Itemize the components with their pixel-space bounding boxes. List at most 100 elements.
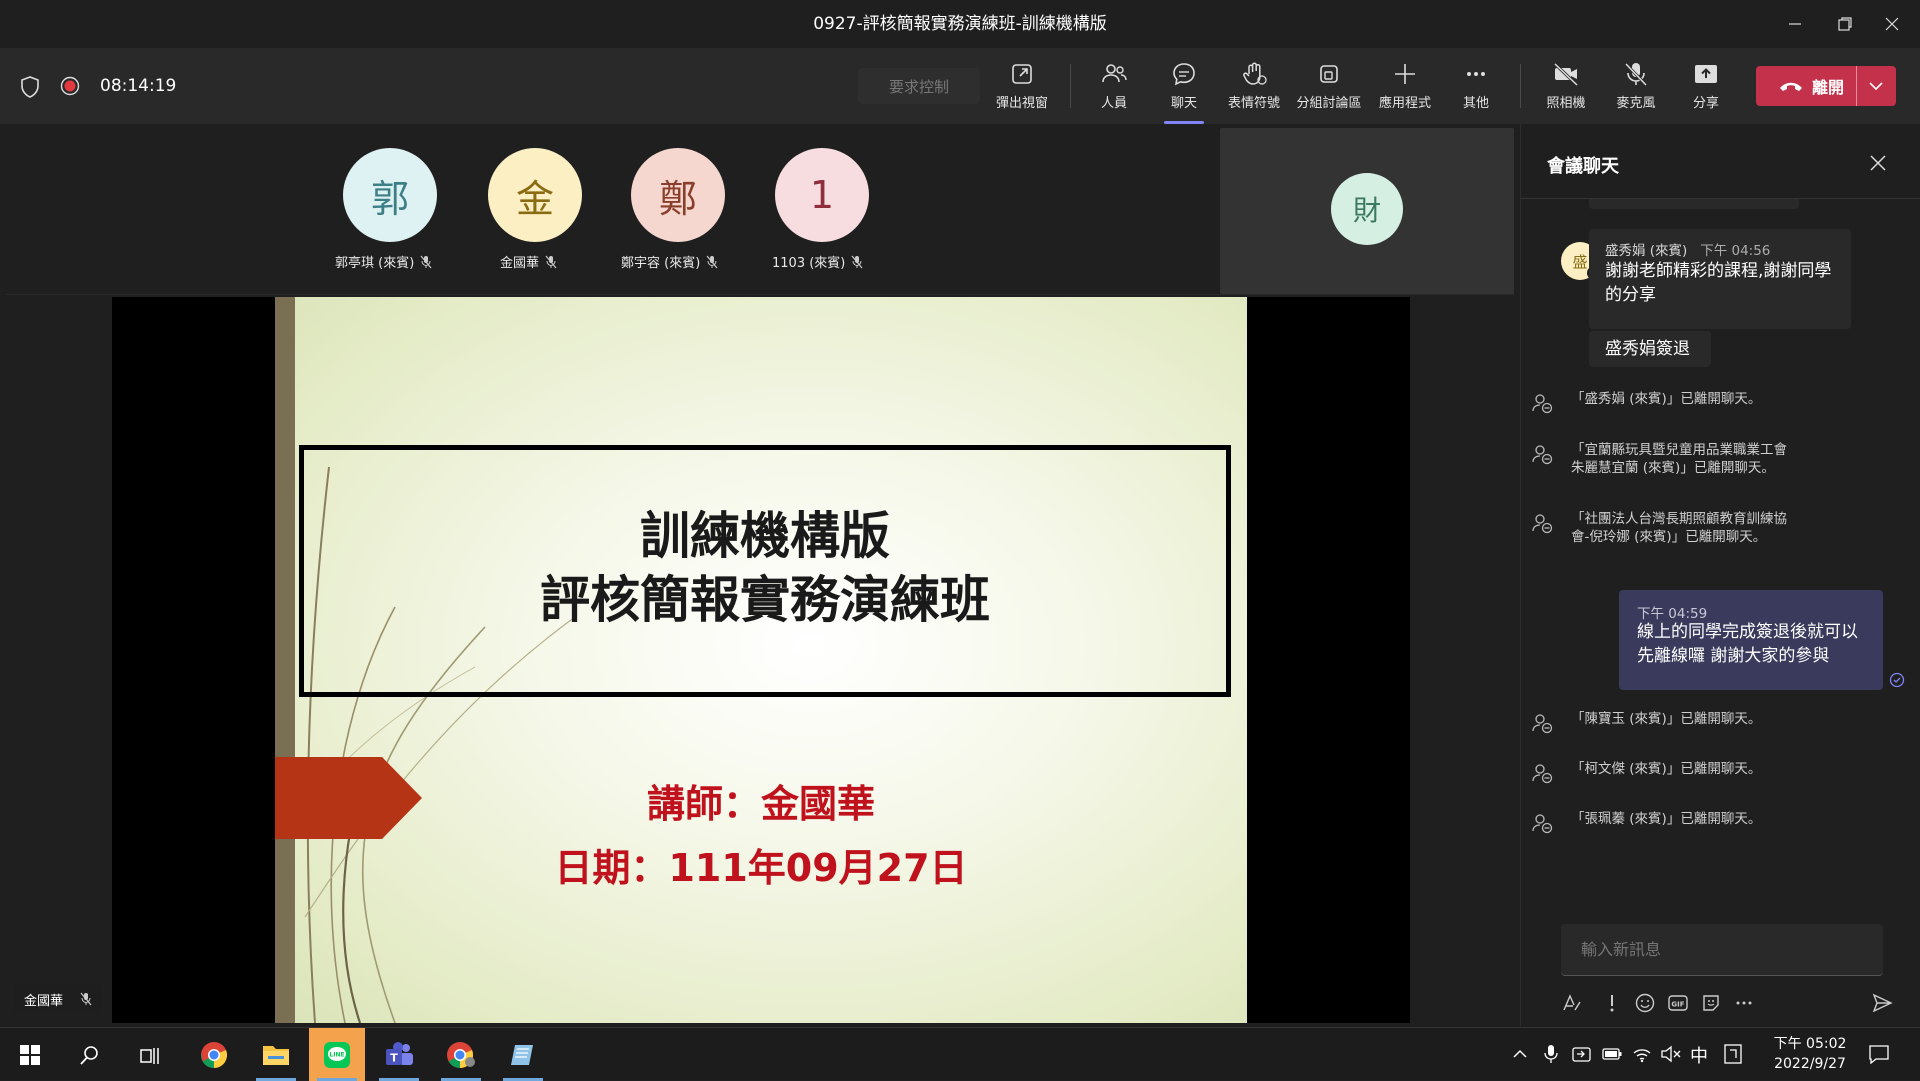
reactions-button[interactable]: 表情符號 (1218, 60, 1290, 116)
taskbar-chrome-profile[interactable] (433, 1028, 489, 1081)
share-button[interactable]: 分享 (1670, 60, 1742, 116)
more-icon (1467, 72, 1485, 76)
people-icon (1102, 64, 1127, 83)
notification-icon[interactable] (1868, 1044, 1890, 1064)
popout-label: 彈出視窗 (995, 96, 1048, 111)
send-icon[interactable] (1871, 992, 1893, 1014)
chat-icon (1173, 63, 1195, 86)
leave-label: 離開 (1812, 78, 1845, 97)
meeting-toolbar: 08:14:19 要求控制 彈出視窗 人員 聊天 表情符號 分組討論區 應用程式… (0, 48, 1920, 124)
slide-title-box: 訓練機構版 評核簡報實務演練班 (299, 445, 1231, 697)
participant-video-tile[interactable]: 財 (1220, 128, 1514, 294)
system-message: 「陳寶玉 (來賓)」已離開聊天。 (1532, 710, 1801, 734)
slide-date: 日期：111年09月27日 (554, 846, 968, 890)
person-left-icon (1532, 764, 1553, 784)
search-button[interactable] (62, 1028, 118, 1081)
share-tray-icon (1695, 65, 1717, 83)
breakout-button[interactable]: 分組討論區 (1293, 60, 1365, 116)
mic-muted-icon (545, 255, 557, 268)
emoji-icon[interactable] (1634, 992, 1656, 1014)
share-label: 分享 (1692, 96, 1719, 111)
shield-icon (21, 76, 39, 98)
battery-icon[interactable] (1602, 1047, 1622, 1061)
participant-avatar[interactable]: 鄭 (631, 148, 725, 242)
taskbar-chrome[interactable] (186, 1028, 242, 1081)
system-message: 「柯文傑 (來賓)」已離開聊天。 (1532, 760, 1801, 784)
volume-muted-icon[interactable] (1660, 1045, 1682, 1063)
my-chat-message[interactable]: 下午 04:59 線上的同學完成簽退後就可以先離線囉 謝謝大家的參與 (1619, 590, 1883, 690)
reactions-label: 表情符號 (1227, 96, 1280, 111)
priority-icon[interactable] (1601, 992, 1623, 1014)
recording-icon (60, 76, 80, 96)
camera-label: 照相機 (1546, 96, 1586, 111)
mic-muted-icon (851, 255, 863, 268)
participant-avatar[interactable]: 1 (775, 148, 869, 242)
person-left-icon (1532, 445, 1553, 465)
close-icon[interactable] (1869, 154, 1887, 172)
toolbar-divider (1520, 64, 1521, 108)
more-icon[interactable] (1733, 992, 1755, 1014)
chat-button[interactable]: 聊天 (1148, 60, 1220, 124)
close-window-button[interactable] (1864, 0, 1920, 48)
taskbar-line[interactable]: LINE (309, 1028, 365, 1081)
task-view-button[interactable] (122, 1028, 178, 1081)
system-message: 「盛秀娟 (來賓)」已離開聊天。 (1532, 390, 1801, 414)
people-button[interactable]: 人員 (1078, 60, 1150, 116)
taskbar-teams[interactable]: T (371, 1028, 427, 1081)
apps-button[interactable]: 應用程式 (1369, 60, 1441, 116)
popout-icon (1012, 64, 1032, 84)
microphone-tray-icon[interactable] (1544, 1044, 1558, 1064)
close-icon (1885, 17, 1899, 31)
chat-message[interactable]: 盛秀娟 (來賓) 下午 04:56 謝謝老師精彩的課程,謝謝同學的分享 (1589, 229, 1851, 329)
participant-name: 郭亭琪 (來賓) (335, 252, 432, 271)
camera-off-icon (1553, 62, 1579, 87)
clock-date: 2022/9/27 (1774, 1056, 1846, 1072)
windows-logo-icon (20, 1044, 40, 1065)
search-icon (80, 1045, 98, 1065)
taskbar-app[interactable] (495, 1028, 551, 1081)
person-left-icon (1532, 394, 1553, 414)
message-time: 下午 04:56 (1700, 243, 1771, 259)
people-label: 人員 (1100, 96, 1127, 111)
chat-panel: 會議聊天 盛 盛秀娟 (來賓) 下午 04:56 謝謝老師精彩的課程,謝謝同學的… (1520, 124, 1920, 1027)
participant-avatar[interactable]: 郭 (343, 148, 437, 242)
svg-text:LINE: LINE (329, 1051, 344, 1058)
restore-icon (1838, 17, 1852, 31)
person-left-icon (1532, 714, 1553, 734)
minimize-icon (1789, 23, 1801, 25)
start-button[interactable] (2, 1028, 58, 1081)
input-method-indicator[interactable]: 中 (1690, 1042, 1708, 1068)
minimize-button[interactable] (1767, 0, 1823, 48)
gif-icon[interactable]: GIF (1667, 992, 1689, 1014)
plus-icon (1395, 64, 1415, 84)
request-control-button[interactable]: 要求控制 (858, 68, 980, 104)
more-label: 其他 (1462, 96, 1489, 111)
camera-button[interactable]: 照相機 (1530, 60, 1602, 116)
sticker-icon[interactable] (1700, 992, 1722, 1014)
meet-now-icon[interactable] (1572, 1045, 1592, 1063)
participant-name: 金國華 (500, 252, 557, 271)
mic-label: 麥克風 (1616, 96, 1656, 111)
clock-time: 下午 05:02 (1773, 1036, 1847, 1052)
chat-message[interactable]: 盛秀娟簽退 (1589, 331, 1711, 367)
participant-name: 鄭宇容 (來賓) (621, 252, 718, 271)
task-view-icon (140, 1047, 159, 1064)
windows-taskbar: LINE T 中 下午 05:02 2022/9/27 (0, 1027, 1920, 1081)
more-button[interactable]: 其他 (1440, 60, 1512, 116)
participant-avatar[interactable]: 金 (488, 148, 582, 242)
chevron-up-icon[interactable] (1512, 1046, 1528, 1062)
format-icon[interactable] (1561, 992, 1583, 1014)
title-bar: 0927-評核簡報實務演練班-訓練機構版 (0, 0, 1920, 48)
slide-lecturer: 講師：金國華 (646, 782, 875, 826)
system-clock[interactable]: 下午 05:02 2022/9/27 (1754, 1034, 1866, 1074)
message-input[interactable] (1561, 924, 1883, 976)
system-message: 「張珮蓁 (來賓)」已離開聊天。 (1532, 810, 1801, 834)
popout-button[interactable]: 彈出視窗 (986, 60, 1058, 116)
taskbar-file-explorer[interactable] (248, 1028, 304, 1081)
mic-button[interactable]: 麥克風 (1600, 60, 1672, 116)
wifi-icon[interactable] (1632, 1045, 1652, 1063)
ime-mode-icon[interactable] (1724, 1044, 1742, 1064)
folder-icon (263, 1045, 289, 1065)
leave-button[interactable]: 離開 (1756, 66, 1896, 106)
chevron-down-icon[interactable] (1868, 79, 1884, 93)
